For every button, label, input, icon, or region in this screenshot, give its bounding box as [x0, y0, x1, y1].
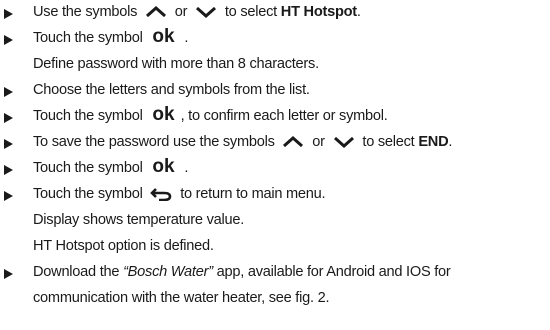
chevron-down-icon — [196, 7, 217, 19]
step-text: To save the password use the symbols or … — [33, 134, 453, 150]
step-text: Touch the symbol ok, to confirm each let… — [33, 104, 388, 125]
return-arrow-icon — [150, 188, 172, 202]
chevron-up-icon — [145, 6, 166, 18]
step-text: Touch the symbol ok . — [33, 26, 189, 47]
step-text: Touch the symbol to return to main menu. — [33, 186, 326, 202]
bullet-icon — [4, 139, 13, 149]
step-text: Download the “Bosch Water” app, availabl… — [33, 264, 451, 280]
step-subtext: Define password with more than 8 charact… — [33, 56, 319, 72]
step-text: Touch the symbol ok . — [33, 156, 189, 177]
step-text: Use the symbols or to select HT Hotspot. — [33, 4, 361, 20]
step-text: Choose the letters and symbols from the … — [33, 82, 310, 98]
bold-term: END — [418, 134, 449, 150]
step-subtext: HT Hotspot option is defined. — [33, 238, 214, 254]
ok-symbol: ok — [152, 26, 175, 47]
step-subtext: communication with the water heater, see… — [33, 290, 330, 306]
ok-symbol: ok — [152, 104, 175, 125]
chevron-up-icon — [283, 136, 304, 148]
bullet-icon — [4, 113, 13, 123]
instruction-list: Use the symbols or to select HT Hotspot.… — [0, 0, 550, 330]
bullet-icon — [4, 165, 13, 175]
bullet-icon — [4, 191, 13, 201]
step-subtext: Display shows temperature value. — [33, 212, 245, 228]
app-name: “Bosch Water” — [123, 264, 213, 280]
bullet-icon — [4, 269, 13, 279]
bullet-icon — [4, 9, 13, 19]
ok-symbol: ok — [152, 156, 175, 177]
chevron-down-icon — [333, 137, 354, 149]
bullet-icon — [4, 87, 13, 97]
bullet-icon — [4, 35, 13, 45]
bold-term: HT Hotspot — [280, 4, 357, 20]
